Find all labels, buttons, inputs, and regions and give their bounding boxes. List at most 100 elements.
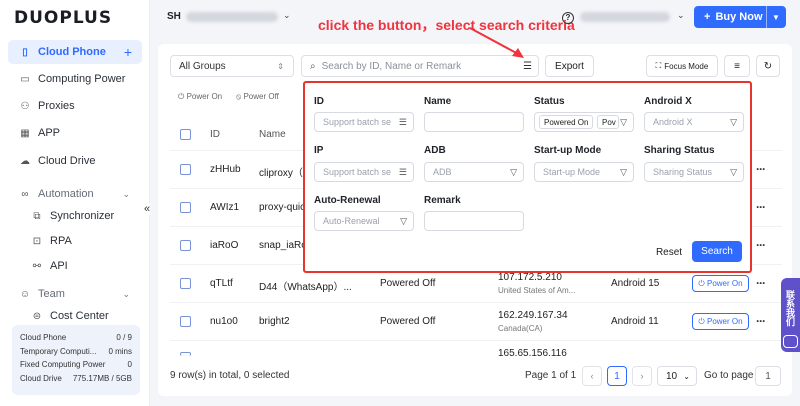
stat-value: 0 — [127, 360, 132, 370]
row-checkbox[interactable] — [180, 316, 191, 327]
row-checkbox[interactable] — [180, 278, 191, 289]
column-settings-button[interactable]: ≡ — [724, 55, 750, 77]
row-name: snap_iaRo — [259, 240, 307, 251]
filter-funnel-icon: ▽ — [620, 166, 627, 177]
filter-android-select[interactable]: Android X ▽ — [644, 112, 744, 132]
search-input[interactable]: ⌕ Search by ID, Name or Remark ☰ — [301, 55, 539, 77]
row-id[interactable]: iaRoO — [210, 240, 238, 251]
goto-page-input[interactable]: 1 — [755, 366, 781, 386]
filter-label-sharing: Sharing Status — [644, 145, 715, 156]
more-actions-icon[interactable]: ··· — [756, 200, 766, 214]
filter-settings-icon[interactable]: ☰ — [523, 61, 532, 72]
filter-label-ip: IP — [314, 145, 324, 156]
selection-summary: 9 row(s) in total, 0 selected — [170, 370, 290, 381]
more-actions-icon[interactable]: ··· — [756, 314, 766, 328]
filter-adb-select[interactable]: ADB ▽ — [424, 162, 524, 182]
sidebar-group-team[interactable]: ☺ Team ⌄ — [8, 282, 142, 306]
page-info: Page 1 of 1 — [525, 370, 577, 381]
chevron-down-icon[interactable]: ⌄ — [283, 10, 291, 21]
row-name: cliproxy（T — [259, 168, 310, 179]
team-icon: ☺ — [19, 288, 31, 300]
filter-id-input[interactable]: Support batch se ☰ — [314, 112, 414, 132]
placeholder: Auto-Renewal — [323, 216, 380, 226]
group-select[interactable]: All Groups ⇕ — [170, 55, 294, 77]
sidebar-item-rpa[interactable]: ⊡ RPA — [8, 229, 142, 253]
chevron-down-icon[interactable]: ▼ — [772, 13, 780, 22]
row-name: bright2 — [259, 316, 290, 327]
power-on-label: Power On — [706, 317, 743, 326]
sidebar-item-computing-power[interactable]: ▭ Computing Power — [8, 67, 142, 91]
row-id[interactable]: nu1o0 — [210, 316, 238, 327]
next-page-icon[interactable]: › — [632, 366, 652, 386]
collapse-sidebar-icon[interactable]: « — [144, 203, 151, 215]
network-icon: ⚇ — [20, 100, 30, 112]
filter-auto-renewal-select[interactable]: Auto-Renewal ▽ — [314, 211, 414, 231]
topbar: SH ⌄ click the button，select search crit… — [150, 0, 800, 38]
page-size-select[interactable]: 10 ⌄ — [657, 366, 697, 386]
buy-now-button[interactable]: + Buy Now ▼ — [694, 6, 786, 28]
sidebar-item-api[interactable]: ⚯ API — [8, 254, 142, 278]
placeholder: Support batch se — [323, 167, 392, 177]
row-id[interactable]: AWIz1 — [210, 202, 239, 213]
more-actions-icon[interactable]: ··· — [756, 162, 766, 176]
add-icon[interactable]: + — [124, 44, 132, 60]
filter-remark-input[interactable] — [424, 211, 524, 231]
filter-sharing-select[interactable]: Sharing Status ▽ — [644, 162, 744, 182]
sidebar-item-cloud-drive[interactable]: ☁ Cloud Drive — [8, 149, 142, 173]
sidebar-item-proxies[interactable]: ⚇ Proxies — [8, 94, 142, 118]
status-tag: Powered On — [539, 115, 594, 129]
power-on-link[interactable]: ⏻ Power On — [178, 92, 222, 102]
chat-icon[interactable] — [783, 335, 798, 348]
prev-page-icon[interactable]: ‹ — [582, 366, 602, 386]
robot-icon: ⊡ — [32, 235, 42, 247]
annotation-hint: click the button，select search criteria — [318, 17, 575, 33]
row-id[interactable]: qTLtf — [210, 278, 233, 289]
focus-mode-button[interactable]: ⛶ Focus Mode — [646, 55, 718, 77]
filter-label-status: Status — [534, 96, 565, 107]
current-page[interactable]: 1 — [607, 366, 627, 386]
buy-now-label: Buy Now — [715, 11, 763, 23]
sidebar-item-label: Team — [38, 288, 65, 300]
sidebar-group-automation[interactable]: ∞ Automation ⌄ — [8, 182, 142, 206]
sidebar-item-cloud-phone[interactable]: ▯ Cloud Phone + — [8, 40, 142, 64]
sidebar-item-app[interactable]: ▦ APP — [8, 121, 142, 145]
power-on-label: Power On — [186, 92, 223, 101]
help-icon[interactable]: ? — [562, 12, 574, 24]
select-all-checkbox[interactable] — [180, 129, 191, 140]
batch-edit-icon[interactable]: ☰ — [399, 117, 407, 128]
chevron-down-icon[interactable]: ⌄ — [677, 10, 685, 21]
search-placeholder: Search by ID, Name or Remark — [321, 60, 462, 72]
power-on-button[interactable]: ⏻ Power On — [692, 275, 749, 292]
filter-funnel-icon: ▽ — [730, 166, 737, 177]
refresh-icon: ↻ — [763, 60, 773, 72]
filter-ip-input[interactable]: Support batch se ☰ — [314, 162, 414, 182]
filter-name-input[interactable] — [424, 112, 524, 132]
row-checkbox[interactable] — [180, 202, 191, 213]
row-checkbox[interactable] — [180, 164, 191, 175]
reset-button[interactable]: Reset — [645, 242, 693, 262]
sidebar-item-label: Cloud Drive — [38, 155, 96, 167]
filter-label-startup: Start-up Mode — [534, 145, 602, 156]
row-checkbox[interactable] — [180, 240, 191, 251]
batch-edit-icon[interactable]: ☰ — [399, 167, 407, 178]
more-actions-icon[interactable]: ··· — [756, 238, 766, 252]
power-on-button[interactable]: ⏻ Power On — [692, 313, 749, 330]
search-button[interactable]: Search — [692, 241, 742, 262]
sidebar-item-label: Synchronizer — [50, 210, 115, 222]
refresh-button[interactable]: ↻ — [756, 55, 780, 77]
filter-label-android: Android X — [644, 96, 692, 107]
power-off-link[interactable]: ⦸ Power Off — [236, 92, 279, 102]
sidebar-item-synchronizer[interactable]: ⧉ Synchronizer — [8, 204, 142, 228]
more-actions-icon[interactable]: ··· — [756, 276, 766, 290]
account-prefix: SH — [167, 11, 181, 22]
filter-status-select[interactable]: Powered On Pov ▽ — [534, 112, 634, 132]
filter-label-adb: ADB — [424, 145, 446, 156]
select-arrows-icon: ⇕ — [277, 61, 284, 71]
stat-value: 0 mins — [108, 346, 132, 356]
placeholder: Start-up Mode — [543, 167, 601, 177]
filter-startup-select[interactable]: Start-up Mode ▽ — [534, 162, 634, 182]
row-name: D44（WhatsApp）... — [259, 282, 352, 293]
row-id[interactable]: zHHub — [210, 164, 241, 175]
placeholder: Support batch se — [323, 117, 392, 127]
export-button[interactable]: Export — [545, 55, 594, 77]
